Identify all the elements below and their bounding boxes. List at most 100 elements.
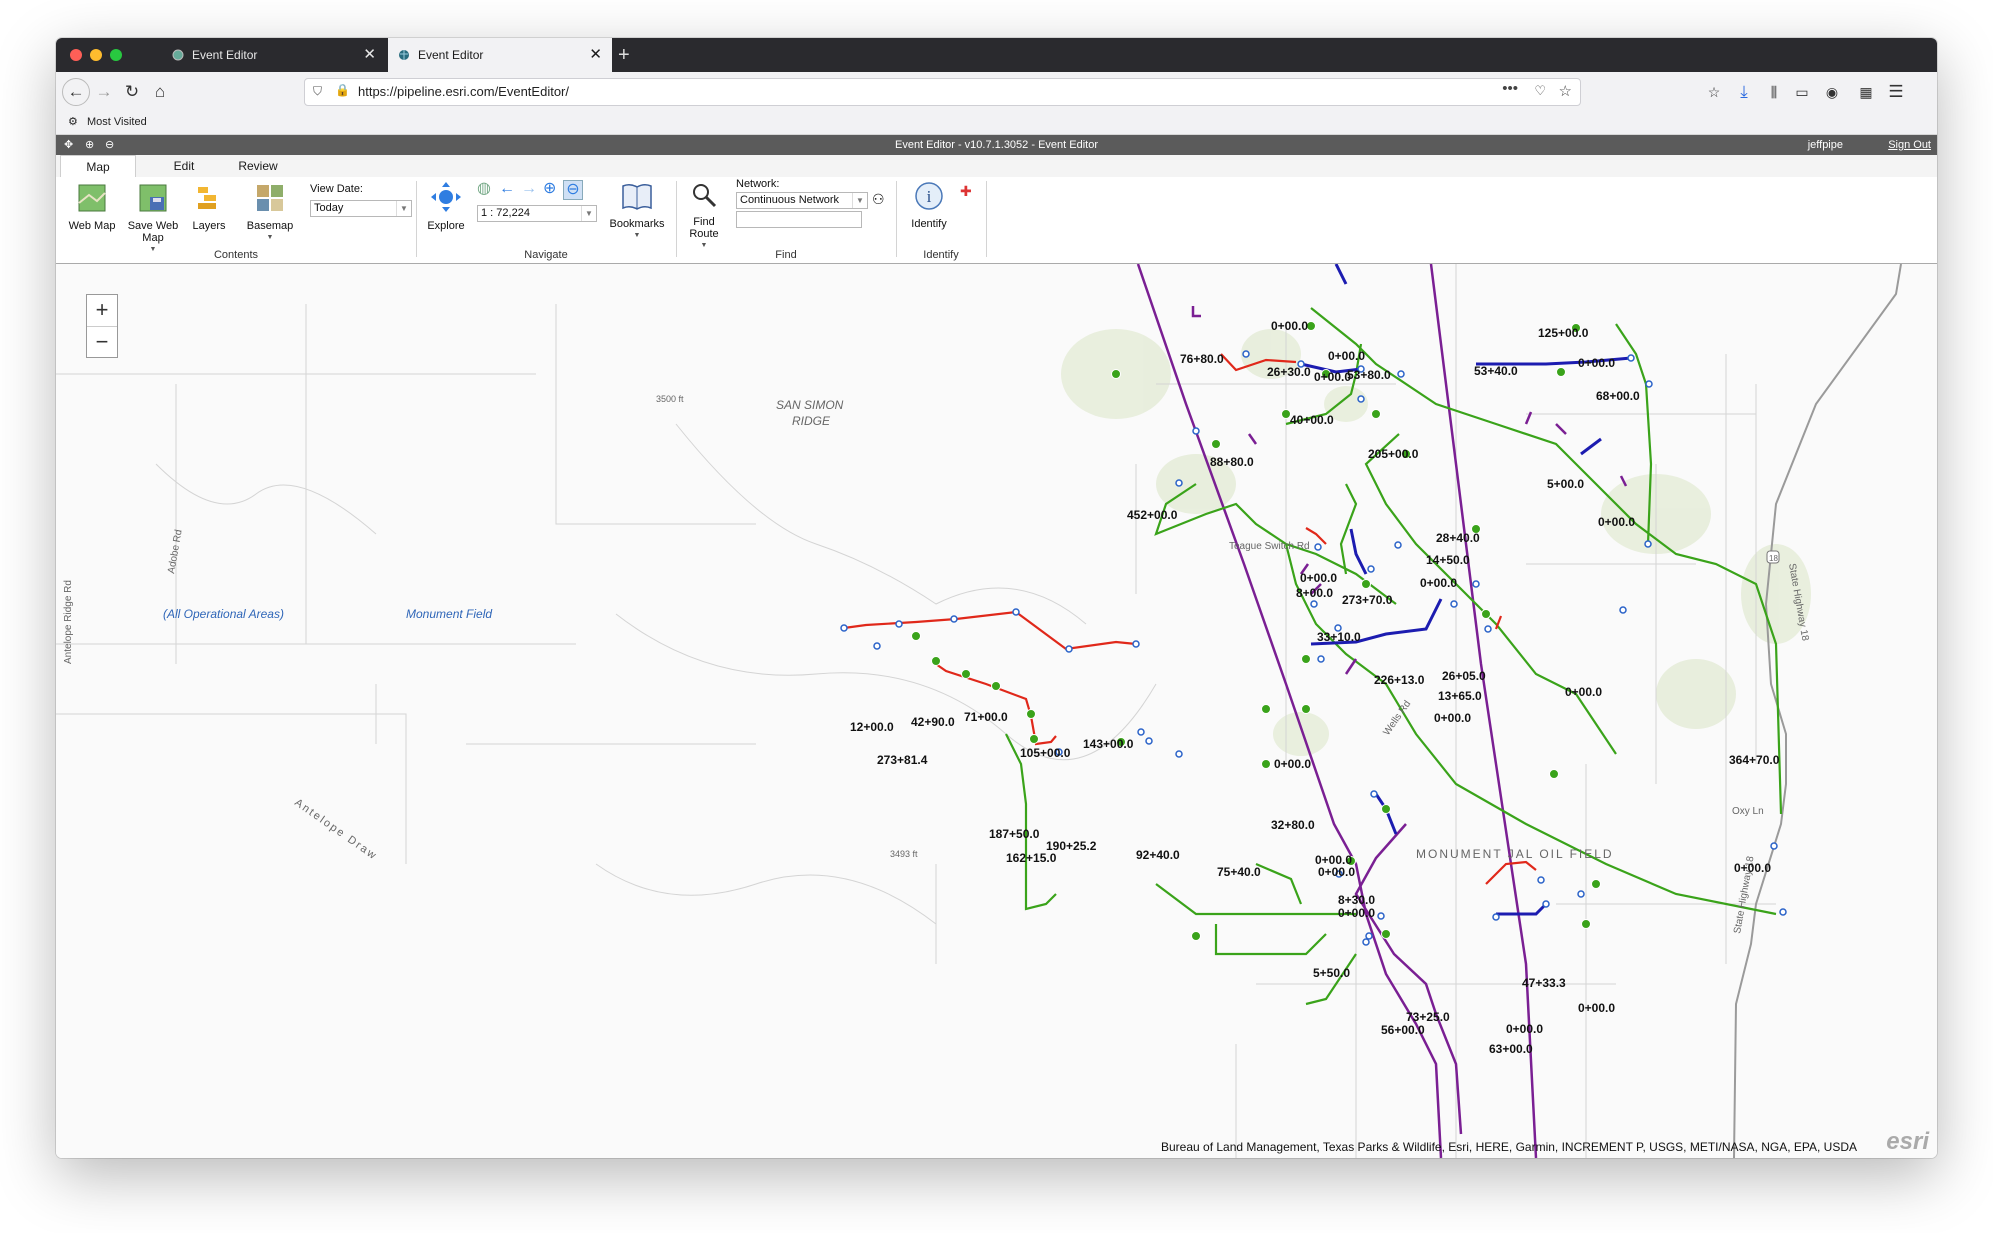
station-label[interactable]: 162+15.0 (1006, 851, 1057, 865)
sidebar-icon[interactable]: ▭ (1790, 80, 1814, 104)
station-label[interactable]: 143+00.0 (1083, 737, 1134, 751)
collections-icon[interactable]: ☆ (1702, 80, 1726, 104)
station-label[interactable]: 273+81.4 (877, 753, 928, 767)
station-label[interactable]: 226+13.0 (1374, 673, 1425, 687)
browser-tab-2[interactable]: Event Editor ✕ (388, 38, 612, 72)
map-view[interactable]: 3500 ft 3493 ft SAN SIMON RIDGE (All Ope… (56, 264, 1937, 1158)
basemap-button[interactable]: Basemap ▼ (242, 183, 298, 244)
station-label[interactable]: 125+00.0 (1538, 326, 1589, 340)
station-label[interactable]: 0+00.0 (1338, 906, 1375, 920)
station-label[interactable]: 0+00.0 (1578, 356, 1615, 370)
station-label[interactable]: 33+10.0 (1317, 630, 1361, 644)
station-label[interactable]: 5+50.0 (1313, 966, 1350, 980)
station-label[interactable]: 0+00.0 (1434, 711, 1471, 725)
most-visited-link[interactable]: Most Visited (87, 116, 147, 128)
station-label[interactable]: 56+00.0 (1381, 1023, 1425, 1037)
station-label[interactable]: 26+05.0 (1442, 669, 1486, 683)
next-extent-icon[interactable]: → (521, 180, 537, 198)
station-label[interactable]: 28+40.0 (1436, 531, 1480, 545)
station-label[interactable]: 40+00.0 (1290, 413, 1334, 427)
map-zoom-in-button[interactable]: + (87, 295, 117, 327)
station-label[interactable]: 14+50.0 (1426, 553, 1470, 567)
station-label[interactable]: 26+30.0 (1267, 365, 1311, 379)
station-label[interactable]: 12+00.0 (850, 720, 894, 734)
operational-area-label[interactable]: (All Operational Areas) (163, 607, 284, 621)
station-label[interactable]: 53+40.0 (1474, 364, 1518, 378)
station-label[interactable]: 47+33.3 (1522, 976, 1566, 990)
previous-extent-icon[interactable]: ← (499, 180, 515, 198)
library-icon[interactable]: ⫼ (1762, 80, 1786, 104)
station-label[interactable]: 42+90.0 (911, 715, 955, 729)
extensions-icon[interactable]: ▦ (1854, 80, 1878, 104)
network-select[interactable]: Continuous Network ▼ (736, 192, 868, 209)
web-map-button[interactable]: Web Map (62, 183, 122, 232)
station-label[interactable]: 8+00.0 (1296, 586, 1333, 600)
pocket-icon[interactable]: ♡ (1534, 83, 1546, 99)
tab-review[interactable]: Review (228, 155, 288, 177)
tab-map[interactable]: Map (60, 155, 136, 178)
back-arrow-icon[interactable]: ← (62, 78, 90, 106)
station-label[interactable]: 0+00.0 (1734, 861, 1771, 875)
station-label[interactable]: 63+00.0 (1489, 1042, 1533, 1056)
station-label[interactable]: 0+00.0 (1300, 571, 1337, 585)
address-bar[interactable]: ⛉ 🔒 https://pipeline.esri.com/EventEdito… (304, 78, 1581, 106)
save-web-map-button[interactable]: Save Web Map ▼ (126, 183, 180, 256)
station-label[interactable]: 76+80.0 (1180, 352, 1224, 366)
station-label[interactable]: 364+70.0 (1729, 753, 1780, 767)
station-label[interactable]: 0+00.0 (1506, 1022, 1543, 1036)
forward-arrow-icon[interactable]: → (92, 80, 116, 104)
reload-icon[interactable]: ↻ (120, 80, 144, 104)
station-label[interactable]: 452+00.0 (1127, 508, 1178, 522)
station-label[interactable]: 0+00.0 (1420, 576, 1457, 590)
station-label[interactable]: 5+00.0 (1547, 477, 1584, 491)
station-label[interactable]: 0+00.0 (1274, 757, 1311, 771)
identify-point-icon[interactable]: ✚ (960, 183, 972, 200)
station-label[interactable]: 68+00.0 (1596, 389, 1640, 403)
station-label[interactable]: 13+65.0 (1438, 689, 1482, 703)
station-label[interactable]: 71+00.0 (964, 710, 1008, 724)
explore-button[interactable]: Explore (424, 181, 468, 232)
station-label[interactable]: 205+00.0 (1368, 447, 1419, 461)
station-label[interactable]: 105+00.0 (1020, 746, 1071, 760)
identify-button[interactable]: i Identify (904, 181, 954, 230)
star-icon[interactable]: ☆ (1559, 82, 1572, 100)
station-label[interactable]: 88+80.0 (1210, 455, 1254, 469)
station-label[interactable]: 0+00.0 (1271, 319, 1308, 333)
scale-select[interactable]: 1 : 72,224 ▼ (477, 205, 597, 222)
full-extent-icon[interactable]: ◍ (477, 180, 491, 198)
view-date-select[interactable]: Today ▼ (310, 200, 412, 217)
close-tab-icon[interactable]: ✕ (363, 38, 376, 72)
minimize-window-button[interactable] (90, 49, 102, 61)
station-label[interactable]: 92+40.0 (1136, 848, 1180, 862)
layers-button[interactable]: Layers (184, 183, 234, 232)
station-label[interactable]: 8+30.0 (1338, 893, 1375, 907)
binoculars-icon[interactable]: ⚇ (872, 191, 885, 208)
zoom-in-icon[interactable]: ⊕ (543, 180, 556, 198)
station-label[interactable]: 0+00.0 (1318, 865, 1355, 879)
route-search-input[interactable] (736, 211, 862, 228)
station-label[interactable]: 273+70.0 (1342, 593, 1393, 607)
tab-edit[interactable]: Edit (160, 155, 208, 177)
station-label[interactable]: 0+00.0 (1314, 370, 1351, 384)
map-zoom-out-button[interactable]: − (87, 327, 117, 358)
new-tab-icon[interactable]: + (618, 38, 630, 72)
close-window-button[interactable] (70, 49, 82, 61)
find-route-button[interactable]: Find Route ▼ (682, 181, 726, 252)
account-icon[interactable]: ◉ (1820, 80, 1844, 104)
close-tab-icon[interactable]: ✕ (589, 38, 602, 72)
page-actions-icon[interactable]: ••• (1502, 80, 1518, 97)
home-icon[interactable]: ⌂ (148, 80, 172, 104)
field-label[interactable]: Monument Field (406, 607, 492, 621)
station-label[interactable]: 0+00.0 (1578, 1001, 1615, 1015)
station-label[interactable]: 0+00.0 (1598, 515, 1635, 529)
menu-icon[interactable]: ☰ (1884, 80, 1908, 104)
sign-out-link[interactable]: Sign Out (1888, 135, 1931, 155)
browser-tab-1[interactable]: Event Editor ✕ (162, 38, 386, 72)
station-label[interactable]: 0+00.0 (1565, 685, 1602, 699)
station-label[interactable]: 75+40.0 (1217, 865, 1261, 879)
zoom-window-button[interactable] (110, 49, 122, 61)
station-label[interactable]: 73+25.0 (1406, 1010, 1450, 1024)
station-label[interactable]: 187+50.0 (989, 827, 1040, 841)
station-label[interactable]: 0+00.0 (1328, 349, 1365, 363)
bookmarks-button[interactable]: Bookmarks ▼ (604, 181, 670, 242)
